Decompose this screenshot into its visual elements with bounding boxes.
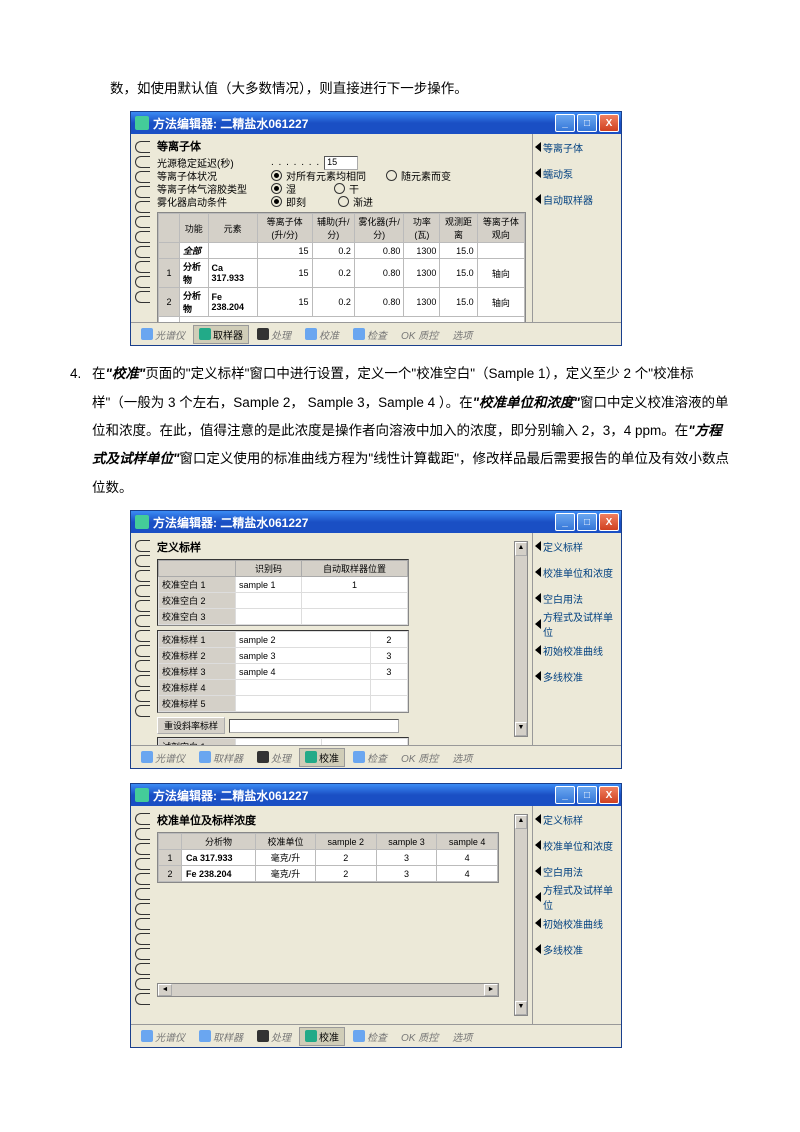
bottom-tabs: 光谱仪 取样器 处理 校准 检查 OK 质控 选项	[131, 322, 621, 345]
maximize-button[interactable]: □	[577, 786, 597, 804]
minimize-button[interactable]: _	[555, 114, 575, 132]
tab-calibrate[interactable]: 校准	[299, 1027, 345, 1046]
minimize-button[interactable]: _	[555, 786, 575, 804]
screenshot-1: 方法编辑器: 二精盐水061227 _ □ X 等离子体 光源稳定延迟(秒)	[130, 111, 730, 346]
notebook-spiral	[131, 806, 153, 1024]
tab-spectrometer[interactable]: 光谱仪	[135, 325, 191, 344]
side-panel: 定义标样 校准单位和浓度 空白用法 方程式及试样单位 初始校准曲线 多线校准	[532, 806, 621, 1024]
tab-qc[interactable]: OK 质控	[395, 748, 444, 767]
neb-radio-immediate[interactable]	[271, 196, 282, 207]
side-equation[interactable]: 方程式及试样单位	[535, 617, 617, 631]
side-multi-cal[interactable]: 多线校准	[535, 942, 617, 956]
titlebar: 方法编辑器: 二精盐水061227 _ □ X	[131, 511, 621, 533]
side-pump[interactable]: 蠕动泵	[535, 166, 617, 180]
close-button[interactable]: X	[599, 114, 619, 132]
side-blank-usage[interactable]: 空白用法	[535, 591, 617, 605]
close-button[interactable]: X	[599, 786, 619, 804]
standards-list[interactable]: 校准标样 1sample 22 校准标样 2sample 33 校准标样 3sa…	[157, 630, 409, 713]
status-radio-same[interactable]	[271, 170, 282, 181]
tab-check[interactable]: 检查	[347, 325, 393, 344]
tab-check[interactable]: 检查	[347, 1027, 393, 1046]
notebook-spiral	[131, 533, 153, 745]
tab-options[interactable]: 选项	[446, 325, 478, 344]
intro-paragraph: 数，如使用默认值（大多数情况），则直接进行下一步操作。	[110, 75, 730, 103]
side-blank-usage[interactable]: 空白用法	[535, 864, 617, 878]
side-define-std[interactable]: 定义标样	[535, 539, 617, 553]
reset-slope-button[interactable]: 重设斜率标样	[157, 717, 225, 734]
app-icon	[135, 788, 149, 802]
reset-slope-input[interactable]	[229, 719, 399, 733]
list-item-4: 4. 在"校准"页面的"定义标样"窗口中进行设置，定义一个"校准空白"（Samp…	[92, 360, 730, 502]
define-standards-panel: 定义标样 识别码自动取样器位置 校准空白 1sample 11 校准空白 2 校…	[153, 533, 532, 745]
window-title: 方法编辑器: 二精盐水061227	[153, 787, 308, 804]
vertical-scrollbar[interactable]: ▲▼	[514, 814, 528, 1016]
screenshot-3: 方法编辑器: 二精盐水061227 _ □ X 校准单位及标样浓度	[130, 783, 730, 1048]
tab-calibrate[interactable]: 校准	[299, 325, 345, 344]
titlebar: 方法编辑器: 二精盐水061227 _ □ X	[131, 112, 621, 134]
side-init-curve[interactable]: 初始校准曲线	[535, 916, 617, 930]
status-radio-vary[interactable]	[386, 170, 397, 181]
tab-process[interactable]: 处理	[251, 1027, 297, 1046]
tab-calibrate[interactable]: 校准	[299, 748, 345, 767]
window-title: 方法编辑器: 二精盐水061227	[153, 115, 308, 132]
app-icon	[135, 116, 149, 130]
maximize-button[interactable]: □	[577, 114, 597, 132]
titlebar: 方法编辑器: 二精盐水061227 _ □ X	[131, 784, 621, 806]
side-panel: 定义标样 校准单位和浓度 空白用法 方程式及试样单位 初始校准曲线 多线校准	[532, 533, 621, 745]
horizontal-scrollbar[interactable]: ◄►	[157, 983, 499, 997]
tab-qc[interactable]: OK 质控	[395, 325, 444, 344]
neb-radio-gradual[interactable]	[338, 196, 349, 207]
gas-radio-wet[interactable]	[271, 183, 282, 194]
tab-sampler[interactable]: 取样器	[193, 748, 249, 767]
side-multi-cal[interactable]: 多线校准	[535, 669, 617, 683]
tab-spectrometer[interactable]: 光谱仪	[135, 748, 191, 767]
neb-label: 雾化器启动条件	[157, 194, 267, 209]
side-plasma[interactable]: 等离子体	[535, 140, 617, 154]
bottom-tabs: 光谱仪 取样器 处理 校准 检查 OK 质控 选项	[131, 745, 621, 768]
tab-process[interactable]: 处理	[251, 748, 297, 767]
side-equation[interactable]: 方程式及试样单位	[535, 890, 617, 904]
tab-options[interactable]: 选项	[446, 748, 478, 767]
maximize-button[interactable]: □	[577, 513, 597, 531]
cal-units-grid[interactable]: 分析物 校准单位 sample 2 sample 3 sample 4 1 Ca…	[157, 832, 499, 883]
side-define-std[interactable]: 定义标样	[535, 812, 617, 826]
close-button[interactable]: X	[599, 513, 619, 531]
panel-heading: 定义标样	[157, 539, 510, 555]
side-cal-units[interactable]: 校准单位和浓度	[535, 838, 617, 852]
reagent-blank-list[interactable]: 试剂空白 1 试剂空白 2 试剂空白 3	[157, 737, 409, 745]
side-panel: 等离子体 蠕动泵 自动取样器	[532, 134, 621, 322]
notebook-spiral	[131, 134, 153, 322]
panel-heading: 校准单位及标样浓度	[157, 812, 512, 828]
side-autosampler[interactable]: 自动取样器	[535, 192, 617, 206]
panel-heading: 等离子体	[157, 138, 526, 154]
minimize-button[interactable]: _	[555, 513, 575, 531]
side-cal-units[interactable]: 校准单位和浓度	[535, 565, 617, 579]
side-init-curve[interactable]: 初始校准曲线	[535, 643, 617, 657]
tab-qc[interactable]: OK 质控	[395, 1027, 444, 1046]
vertical-scrollbar[interactable]: ▲▼	[514, 541, 528, 737]
blanks-list[interactable]: 识别码自动取样器位置 校准空白 1sample 11 校准空白 2 校准空白 3	[157, 559, 409, 626]
tab-options[interactable]: 选项	[446, 1027, 478, 1046]
plasma-panel: 等离子体 光源稳定延迟(秒) . . . . . . . 15 等离子体状况 对…	[153, 134, 532, 322]
gas-radio-dry[interactable]	[334, 183, 345, 194]
cal-units-panel: 校准单位及标样浓度 分析物 校准单位 sample 2 sample 3 sam…	[153, 806, 532, 1024]
tab-sampler[interactable]: 取样器	[193, 325, 249, 344]
bottom-tabs: 光谱仪 取样器 处理 校准 检查 OK 质控 选项	[131, 1024, 621, 1047]
plasma-grid: 功能 元素 等离子体(升/分) 辅助(升/分) 雾化器(升/分) 功率(瓦) 观…	[157, 212, 526, 322]
tab-spectrometer[interactable]: 光谱仪	[135, 1027, 191, 1046]
screenshot-2: 方法编辑器: 二精盐水061227 _ □ X 定义标样	[130, 510, 730, 769]
tab-process[interactable]: 处理	[251, 325, 297, 344]
window-title: 方法编辑器: 二精盐水061227	[153, 514, 308, 531]
app-icon	[135, 515, 149, 529]
tab-check[interactable]: 检查	[347, 748, 393, 767]
tab-sampler[interactable]: 取样器	[193, 1027, 249, 1046]
